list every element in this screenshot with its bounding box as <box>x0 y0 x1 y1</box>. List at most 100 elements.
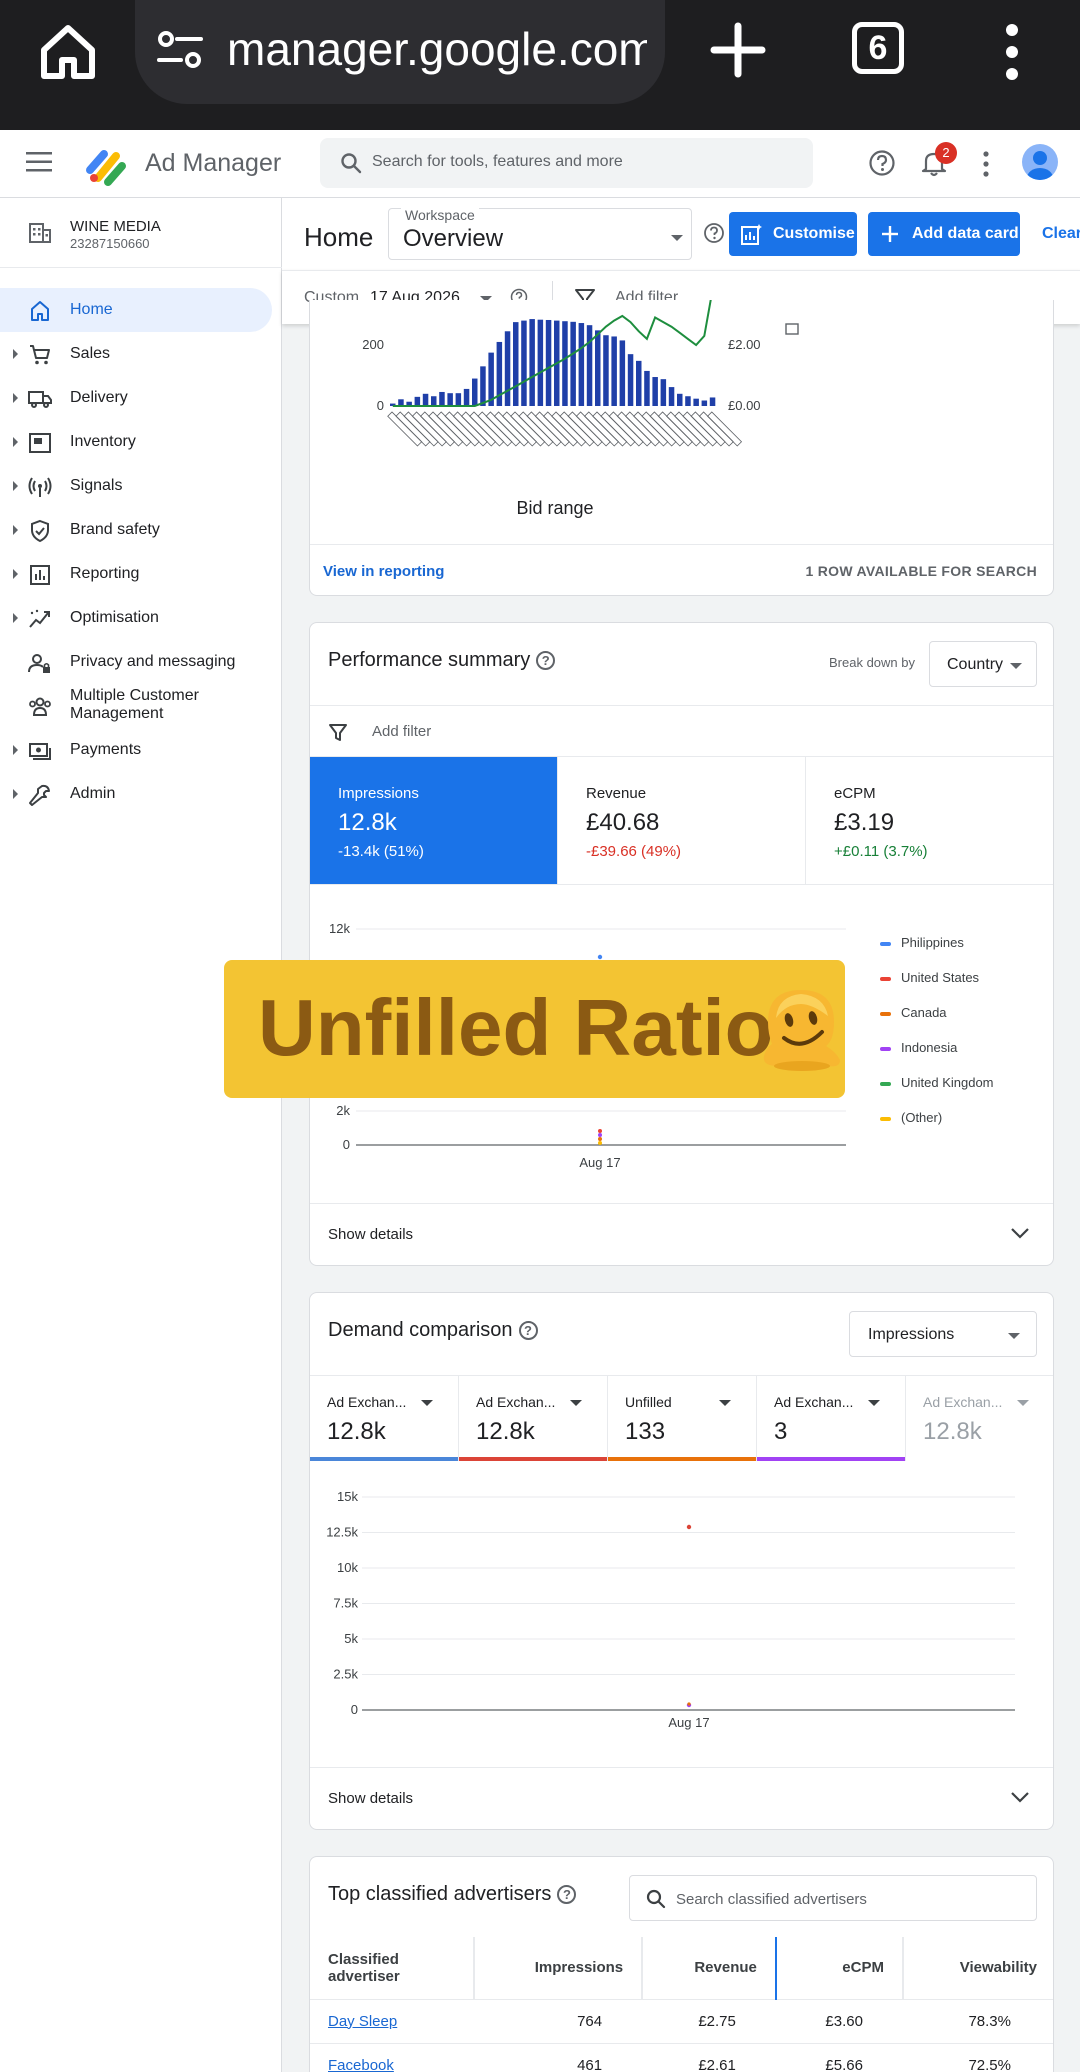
sidebar-item-inventory[interactable]: Inventory <box>0 420 272 464</box>
bar[interactable] <box>447 393 453 406</box>
legend-item-united-states[interactable]: United States <box>880 970 979 985</box>
bar[interactable] <box>701 400 708 406</box>
url-text[interactable]: manager.google.com <box>227 22 647 76</box>
demand-tab-unfilled[interactable]: Unfilled 133 <box>608 1375 757 1461</box>
column-header[interactable]: Classified advertiser <box>310 1937 475 2000</box>
column-header-sorted[interactable]: Revenue <box>642 1937 777 2000</box>
bar[interactable] <box>595 330 601 406</box>
account-avatar[interactable] <box>1022 144 1058 180</box>
menu-icon[interactable] <box>26 152 52 172</box>
chevron-down-icon[interactable] <box>421 1400 433 1406</box>
column-header[interactable]: Impressions <box>474 1937 644 2000</box>
chevron-down-icon[interactable] <box>868 1400 880 1406</box>
advertiser-link[interactable]: Day Sleep <box>310 1999 474 2044</box>
bar[interactable] <box>513 322 519 406</box>
bar[interactable] <box>660 379 667 406</box>
expand-arrow-icon[interactable] <box>13 789 18 799</box>
sidebar-item-signals[interactable]: Signals <box>0 464 272 508</box>
data-point[interactable] <box>687 1702 691 1706</box>
chevron-down-icon[interactable] <box>1017 1400 1029 1406</box>
column-header[interactable]: Viewability <box>902 1937 1053 2000</box>
breakdown-select[interactable]: Country <box>929 641 1037 687</box>
expand-arrow-icon[interactable] <box>13 613 18 623</box>
bar[interactable] <box>636 360 642 406</box>
bar[interactable] <box>463 388 470 406</box>
expand-arrow-icon[interactable] <box>13 745 18 755</box>
demand-tab-2[interactable]: Ad Exchan... 12.8k <box>459 1375 608 1461</box>
data-point[interactable] <box>598 1129 602 1133</box>
ad-manager-logo-icon[interactable] <box>82 140 128 186</box>
bar[interactable] <box>398 399 404 406</box>
legend-item-other[interactable]: (Other) <box>880 1110 942 1125</box>
bar[interactable] <box>480 366 486 406</box>
help-icon[interactable]: ? <box>518 1321 538 1341</box>
sidebar-item-optimisation[interactable]: Optimisation <box>0 596 272 640</box>
legend-item-canada[interactable]: Canada <box>880 1005 947 1020</box>
sidebar-item-brand-safety[interactable]: Brand safety <box>0 508 272 552</box>
demand-tab-4[interactable]: Ad Exchan... 3 <box>757 1375 906 1461</box>
data-point[interactable] <box>598 1137 602 1141</box>
more-options-icon[interactable] <box>982 150 990 178</box>
site-settings-icon[interactable] <box>157 30 203 70</box>
expand-arrow-icon[interactable] <box>13 481 18 491</box>
advertiser-link[interactable]: Facebook <box>310 2043 474 2072</box>
bar[interactable] <box>422 393 429 406</box>
workspace-select[interactable]: Workspace Overview <box>388 207 692 260</box>
sidebar-item-admin[interactable]: Admin <box>0 772 272 816</box>
help-icon[interactable] <box>868 149 896 177</box>
address-bar[interactable]: manager.google.com <box>135 0 665 104</box>
sidebar-item-home[interactable]: Home <box>0 288 272 332</box>
global-search-input[interactable]: Search for tools, features and more <box>320 138 813 188</box>
data-point[interactable] <box>686 1524 692 1530</box>
sidebar-item-sales[interactable]: Sales <box>0 332 272 376</box>
add-data-card-button[interactable]: Add data card <box>868 212 1020 256</box>
bar[interactable] <box>529 319 535 406</box>
filter-icon[interactable] <box>328 722 348 742</box>
metric-tile-ecpm[interactable]: eCPM £3.19 +£0.11 (3.7%) <box>806 757 1053 885</box>
sidebar-item-reporting[interactable]: Reporting <box>0 552 272 596</box>
show-details-toggle[interactable]: Show details <box>310 1767 1053 1829</box>
sidebar-item-privacy-and-messaging[interactable]: Privacy and messaging <box>0 640 272 684</box>
bar[interactable] <box>439 391 445 406</box>
bar[interactable] <box>472 378 478 406</box>
demand-tab-1[interactable]: Ad Exchan... 12.8k <box>310 1375 459 1461</box>
bar[interactable] <box>537 319 544 406</box>
sidebar-item-delivery[interactable]: Delivery <box>0 376 272 420</box>
bar[interactable] <box>521 320 527 406</box>
home-icon[interactable] <box>38 22 98 82</box>
help-icon[interactable]: ? <box>557 1885 577 1905</box>
new-tab-icon[interactable] <box>710 22 766 78</box>
legend-item-united-kingdom[interactable]: United Kingdom <box>880 1075 994 1090</box>
expand-arrow-icon[interactable] <box>13 437 18 447</box>
bar[interactable] <box>619 340 626 406</box>
add-filter-input[interactable]: Add filter <box>372 723 431 740</box>
bar[interactable] <box>685 396 691 406</box>
show-details-toggle[interactable]: Show details <box>310 1203 1053 1265</box>
bar[interactable] <box>644 370 650 406</box>
view-in-reporting-link[interactable]: View in reporting <box>323 563 444 580</box>
expand-arrow-icon[interactable] <box>13 525 18 535</box>
tab-switcher-button[interactable]: 6 <box>852 22 904 74</box>
data-point[interactable] <box>598 1133 602 1137</box>
expand-arrow-icon[interactable] <box>13 349 18 359</box>
help-icon[interactable] <box>703 222 725 244</box>
bar[interactable] <box>570 321 576 406</box>
chevron-down-icon[interactable] <box>570 1400 582 1406</box>
network-selector[interactable]: WINE MEDIA 23287150660 <box>0 198 282 268</box>
chevron-down-icon[interactable] <box>719 1400 731 1406</box>
data-point[interactable] <box>598 1141 602 1145</box>
legend-toggle-icon[interactable] <box>785 323 799 335</box>
clear-button[interactable]: Clear <box>1042 225 1080 243</box>
bar[interactable] <box>414 396 421 406</box>
bar[interactable] <box>709 397 716 406</box>
bar[interactable] <box>431 396 437 406</box>
expand-arrow-icon[interactable] <box>13 393 18 403</box>
column-header[interactable]: eCPM <box>775 1937 904 2000</box>
bar[interactable] <box>545 319 552 406</box>
bar[interactable] <box>668 387 675 406</box>
expand-arrow-icon[interactable] <box>13 569 18 579</box>
metric-tile-revenue[interactable]: Revenue £40.68 -£39.66 (49%) <box>558 757 806 885</box>
sidebar-item-multiple-customer-management[interactable]: Multiple Customer Management <box>0 684 272 728</box>
bar[interactable] <box>562 321 568 406</box>
bar[interactable] <box>603 335 609 406</box>
